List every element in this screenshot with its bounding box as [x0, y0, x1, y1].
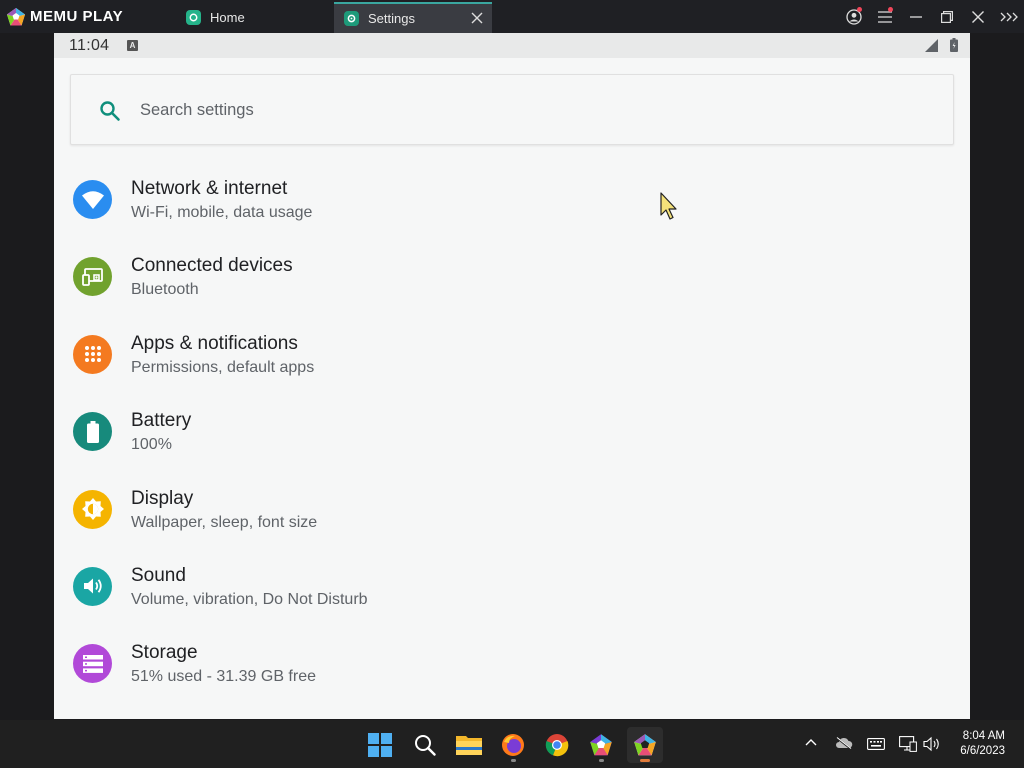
- notification-dot: [888, 7, 893, 12]
- chevrons-right-icon: [1000, 12, 1018, 21]
- battery-icon: [73, 412, 112, 452]
- file-explorer-icon: [456, 736, 482, 755]
- hamburger-menu-icon: [877, 10, 892, 23]
- windows-start-icon: [368, 733, 392, 757]
- setting-display[interactable]: Display Wallpaper, sleep, font size: [54, 472, 970, 549]
- setting-subtitle: Permissions, default apps: [131, 358, 315, 376]
- menu-button[interactable]: [869, 0, 900, 33]
- close-button[interactable]: [962, 0, 993, 33]
- setting-title: Storage: [131, 642, 198, 664]
- volume-icon: [73, 566, 112, 606]
- setting-title: Apps & notifications: [131, 332, 298, 354]
- search-settings-bar[interactable]: [70, 74, 954, 145]
- tab-home[interactable]: Home: [176, 2, 331, 33]
- chrome-button[interactable]: [539, 727, 575, 763]
- memu-multi-icon: [590, 734, 612, 756]
- setting-title: Connected devices: [131, 255, 293, 277]
- setting-title: Network & internet: [131, 178, 288, 199]
- storage-icon: [73, 644, 112, 684]
- memu-logo: MEMU PLAY: [6, 6, 123, 27]
- setting-subtitle: Volume, vibration, Do Not Disturb: [131, 590, 368, 608]
- setting-subtitle: 51% used - 31.39 GB free: [131, 668, 316, 686]
- setting-subtitle: 100%: [131, 436, 172, 454]
- file-explorer-button[interactable]: [451, 727, 487, 763]
- battery-status-icon: [950, 38, 958, 52]
- chrome-icon: [545, 734, 569, 757]
- network-icon[interactable]: [899, 736, 917, 752]
- firefox-button[interactable]: [495, 727, 531, 763]
- notification-dot: [857, 7, 862, 12]
- windows-taskbar: 8:04 AM 6/6/2023: [0, 720, 1024, 768]
- setting-sound[interactable]: Sound Volume, vibration, Do Not Disturb: [54, 549, 970, 626]
- setting-title: Display: [131, 487, 194, 509]
- running-indicator: [511, 759, 516, 762]
- brightness-icon: [73, 489, 112, 529]
- memu-logo-icon: [7, 7, 25, 25]
- tab-settings-label: Settings: [368, 11, 415, 26]
- brand-name: MEMU PLAY: [30, 8, 124, 25]
- restore-button[interactable]: [931, 0, 962, 33]
- account-button[interactable]: [838, 0, 869, 33]
- cloud-offline-icon[interactable]: [835, 737, 853, 749]
- clock-date: 6/6/2023: [960, 745, 1005, 757]
- settings-gear-icon: [344, 11, 359, 26]
- setting-battery[interactable]: Battery 100%: [54, 394, 970, 471]
- emulator-title-bar: MEMU PLAY Home Settings: [0, 0, 1024, 33]
- active-indicator: [640, 759, 650, 762]
- keyboard-icon[interactable]: [867, 738, 885, 750]
- speaker-icon[interactable]: [923, 736, 941, 752]
- taskbar-search-button[interactable]: [407, 727, 443, 763]
- window-controls: [838, 0, 1024, 33]
- chevron-up-icon[interactable]: [805, 738, 817, 746]
- setting-subtitle: Bluetooth: [131, 281, 199, 299]
- setting-apps-notifications[interactable]: Apps & notifications Permissions, defaul…: [54, 317, 970, 394]
- setting-subtitle: Wallpaper, sleep, font size: [131, 513, 318, 531]
- home-app-icon: [186, 10, 201, 25]
- clock-time: 8:04 AM: [962, 730, 1005, 742]
- search-icon: [415, 735, 436, 756]
- minimize-button[interactable]: [900, 0, 931, 33]
- setting-network-internet[interactable]: Network & internet Wi-Fi, mobile, data u…: [54, 162, 970, 239]
- taskbar-clock[interactable]: 8:04 AM 6/6/2023: [960, 729, 1005, 759]
- firefox-icon: [502, 734, 524, 756]
- android-screen: 11:04 A Network & internet Wi-Fi, mobile…: [54, 33, 970, 719]
- devices-icon: [73, 257, 112, 297]
- tab-home-label: Home: [210, 10, 245, 25]
- android-status-bar: 11:04 A: [54, 33, 970, 58]
- notification-a-icon: A: [127, 40, 138, 51]
- start-button[interactable]: [362, 727, 398, 763]
- wifi-icon: [73, 180, 112, 219]
- setting-title: Sound: [131, 564, 186, 586]
- running-indicator: [599, 759, 604, 762]
- close-icon: [971, 10, 984, 23]
- memu-icon: [634, 734, 656, 756]
- search-input[interactable]: [140, 98, 840, 122]
- mouse-cursor-icon: [660, 192, 677, 220]
- tab-settings[interactable]: Settings: [334, 2, 492, 33]
- expand-sidebar-button[interactable]: [993, 0, 1024, 33]
- memu-button[interactable]: [627, 727, 663, 763]
- restore-icon: [940, 10, 953, 23]
- settings-list: Network & internet Wi-Fi, mobile, data u…: [54, 162, 970, 704]
- search-icon: [100, 101, 120, 121]
- setting-subtitle: Wi-Fi, mobile, data usage: [131, 204, 313, 221]
- minimize-icon: [909, 15, 922, 18]
- setting-connected-devices[interactable]: Connected devices Bluetooth: [54, 239, 970, 316]
- memu-multi-button[interactable]: [583, 727, 619, 763]
- setting-storage[interactable]: Storage 51% used - 31.39 GB free: [54, 626, 970, 703]
- setting-title: Battery: [131, 410, 192, 432]
- signal-icon: [925, 39, 938, 52]
- status-clock: 11:04: [69, 37, 110, 54]
- close-tab-icon[interactable]: [470, 11, 484, 25]
- apps-grid-icon: [73, 334, 112, 374]
